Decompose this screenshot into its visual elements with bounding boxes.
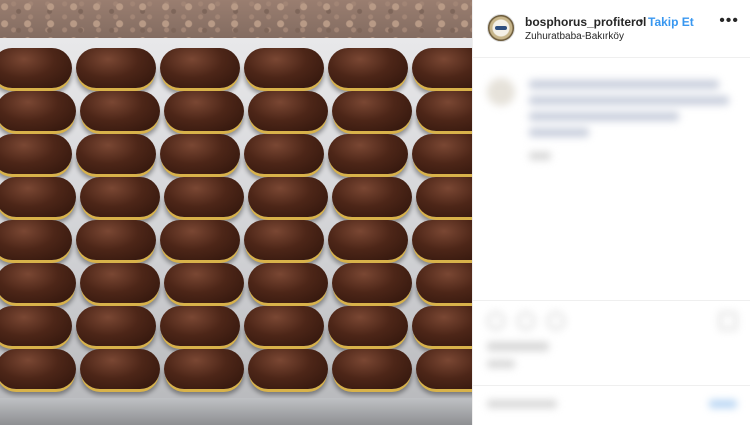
comment-input[interactable] xyxy=(487,400,557,408)
eclair xyxy=(0,306,72,346)
eclair xyxy=(164,263,244,303)
eclair xyxy=(248,177,328,217)
post-comment-button[interactable] xyxy=(709,400,737,408)
eclair xyxy=(164,177,244,217)
eclair xyxy=(80,263,160,303)
post-date xyxy=(487,360,515,368)
eclair xyxy=(416,177,472,217)
eclair xyxy=(412,306,472,346)
caption-line xyxy=(529,112,679,121)
likes-count xyxy=(487,342,549,351)
eclair xyxy=(332,91,412,131)
actions-divider xyxy=(473,300,750,301)
eclair xyxy=(160,220,240,260)
eclair xyxy=(160,134,240,174)
eclair xyxy=(328,220,408,260)
follow-button[interactable]: Takip Et xyxy=(648,15,694,29)
caption-line xyxy=(529,80,719,89)
countertop-background xyxy=(0,0,472,40)
eclair xyxy=(328,306,408,346)
eclair xyxy=(76,48,156,88)
eclair xyxy=(244,48,324,88)
eclair xyxy=(332,349,412,389)
eclair xyxy=(248,349,328,389)
eclair xyxy=(164,91,244,131)
eclair xyxy=(0,177,76,217)
eclair xyxy=(80,177,160,217)
eclair xyxy=(80,91,160,131)
eclair xyxy=(164,349,244,389)
eclair xyxy=(332,177,412,217)
caption-time xyxy=(529,152,551,160)
eclair xyxy=(416,349,472,389)
eclair xyxy=(80,349,160,389)
eclair xyxy=(248,91,328,131)
eclair xyxy=(412,48,472,88)
eclair xyxy=(0,48,72,88)
location-link[interactable]: Zuhuratbaba-Bakırköy xyxy=(525,31,624,42)
caption-line xyxy=(529,128,589,137)
eclair xyxy=(244,134,324,174)
like-icon[interactable] xyxy=(487,312,505,330)
eclair xyxy=(412,220,472,260)
eclair xyxy=(328,134,408,174)
post-image[interactable] xyxy=(0,0,472,425)
eclair xyxy=(0,220,72,260)
eclair xyxy=(76,220,156,260)
eclair xyxy=(328,48,408,88)
comment-divider xyxy=(473,385,750,386)
more-options-icon[interactable]: ••• xyxy=(719,13,739,29)
save-icon[interactable] xyxy=(719,312,737,330)
comment-icon[interactable] xyxy=(517,312,535,330)
eclair xyxy=(0,349,76,389)
eclair xyxy=(76,306,156,346)
eclair xyxy=(416,263,472,303)
eclair xyxy=(0,134,72,174)
eclair xyxy=(0,91,76,131)
username-link[interactable]: bosphorus_profiterol xyxy=(525,15,646,29)
share-icon[interactable] xyxy=(547,312,565,330)
eclair xyxy=(244,220,324,260)
tray-edge xyxy=(0,398,472,425)
post-sidebar: bosphorus_profiterol • Takip Et Zuhuratb… xyxy=(472,0,750,425)
eclair xyxy=(332,263,412,303)
separator-dot: • xyxy=(639,14,644,28)
caption-line xyxy=(529,96,729,105)
eclair xyxy=(160,48,240,88)
caption-avatar xyxy=(487,78,515,106)
eclair xyxy=(412,134,472,174)
post-header: bosphorus_profiterol • Takip Et Zuhuratb… xyxy=(473,0,750,58)
eclair xyxy=(160,306,240,346)
eclair xyxy=(248,263,328,303)
eclair xyxy=(0,263,76,303)
eclair xyxy=(416,91,472,131)
eclair xyxy=(244,306,324,346)
avatar[interactable] xyxy=(487,14,515,42)
eclair xyxy=(76,134,156,174)
